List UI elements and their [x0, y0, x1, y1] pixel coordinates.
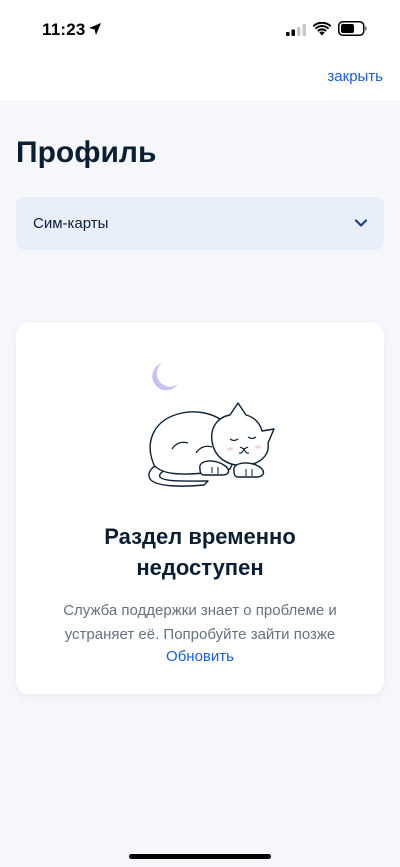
error-message-line-1: Служба поддержки знает о проблеме и	[63, 602, 337, 619]
sleeping-cat-illustration	[148, 363, 275, 487]
refresh-button[interactable]: Обновить	[16, 648, 384, 665]
close-button[interactable]: закрыть	[327, 68, 383, 85]
error-title-line-2: недоступен	[136, 555, 264, 580]
status-bar: 11:23	[0, 0, 400, 56]
battery-icon	[338, 21, 367, 36]
sim-cards-select[interactable]: Сим-карты	[16, 197, 384, 250]
error-message-line-2: устраняет её. Попробуйте зайти позже	[64, 626, 336, 643]
status-time: 11:23	[42, 20, 86, 39]
error-message: Служба поддержки знает о проблеме и устр…	[16, 599, 384, 647]
home-indicator[interactable]	[129, 854, 271, 859]
page-title: Профиль	[16, 136, 157, 169]
wifi-icon	[313, 22, 331, 36]
error-title: Раздел временно недоступен	[16, 521, 384, 583]
location-arrow-icon	[89, 23, 101, 35]
cellular-signal-icon	[286, 24, 306, 36]
chevron-down-icon	[354, 219, 368, 227]
select-value: Сим-карты	[33, 215, 109, 232]
moon-icon	[152, 363, 178, 391]
screen: 11:23 закрыть Профиль Сим-карты Раздел в…	[0, 0, 400, 867]
error-title-line-1: Раздел временно	[104, 524, 296, 549]
error-card: Раздел временно недоступен Служба поддер…	[16, 323, 384, 694]
